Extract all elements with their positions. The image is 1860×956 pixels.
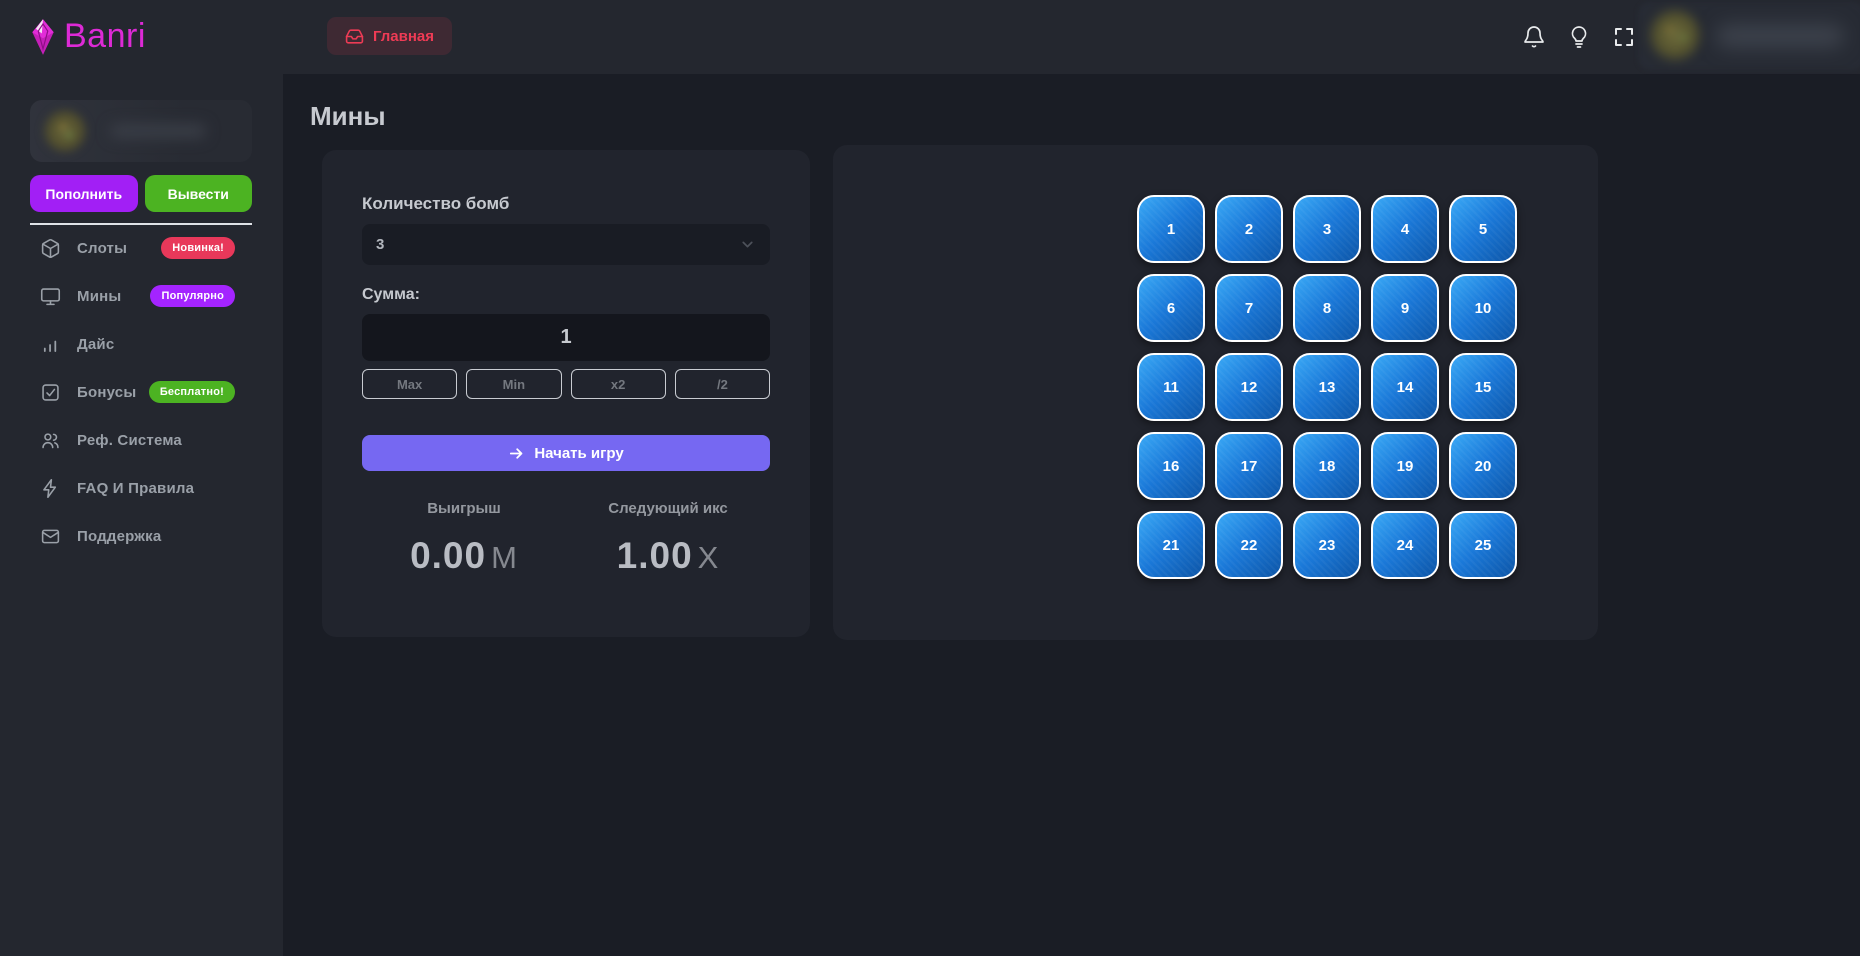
stat-suffix: M (491, 540, 518, 575)
mine-tile[interactable]: 3 (1293, 195, 1361, 263)
stat-value: 1.00X (566, 535, 770, 577)
stat-value: 0.00M (362, 535, 566, 577)
bombs-count-value: 3 (376, 236, 384, 253)
mine-tile[interactable]: 19 (1371, 432, 1439, 500)
sidebar: Пополнить Вывести Слоты Новинка! Мины По… (0, 74, 283, 956)
mine-tile[interactable]: 16 (1137, 432, 1205, 500)
sidebar-menu-item[interactable]: FAQ И Правила (0, 464, 283, 512)
home-button-label: Главная (373, 28, 434, 45)
avatar (42, 108, 88, 154)
sidebar-menu-item[interactable]: Реф. Система (0, 416, 283, 464)
checkbox-icon (40, 382, 61, 403)
gem-icon (28, 18, 58, 56)
header: Banri Главная (0, 0, 1860, 74)
sidebar-item-label: FAQ И Правила (77, 480, 194, 497)
wallet-buttons: Пополнить Вывести (30, 175, 252, 212)
stat-block: Следующий икс 1.00X (566, 500, 770, 577)
mine-tile[interactable]: 14 (1371, 353, 1439, 421)
sidebar-item-label: Реф. Система (77, 432, 182, 449)
bulb-icon[interactable] (1567, 25, 1591, 49)
bell-icon[interactable] (1522, 25, 1546, 49)
sidebar-user-card[interactable] (30, 100, 252, 162)
amount-input[interactable] (362, 314, 770, 361)
deposit-button[interactable]: Пополнить (30, 175, 138, 212)
mine-tile[interactable]: 7 (1215, 274, 1283, 342)
sidebar-menu-item[interactable]: Поддержка (0, 512, 283, 560)
sidebar-item-badge: Бесплатно! (149, 381, 235, 403)
mail-icon (40, 526, 61, 547)
sidebar-item-badge: Новинка! (161, 237, 235, 259)
sidebar-item-label: Бонусы (77, 384, 136, 401)
game-controls-panel: Количество бомб 3 Сумма: Max Min x2/2 Нача… (322, 150, 810, 637)
sidebar-item-label: Поддержка (77, 528, 161, 545)
inbox-icon (345, 27, 364, 46)
arrow-right-icon (508, 445, 525, 462)
mine-tile[interactable]: 10 (1449, 274, 1517, 342)
quick-amount-buttons: Max Min x2/2 (362, 369, 770, 399)
mine-tile[interactable]: 21 (1137, 511, 1205, 579)
quick-amount-button[interactable]: Min (466, 369, 561, 399)
monitor-icon (40, 286, 61, 307)
sidebar-menu: Слоты Новинка! Мины Популярно Дайс Бонус… (0, 224, 283, 560)
stat-label: Выигрыш (362, 500, 566, 517)
mine-tile[interactable]: 17 (1215, 432, 1283, 500)
start-game-label: Начать игру (534, 445, 623, 462)
brand-name: Banri (64, 17, 146, 56)
mine-tile[interactable]: 25 (1449, 511, 1517, 579)
sidebar-item-label: Мины (77, 288, 121, 305)
stat-block: Выигрыш 0.00M (362, 500, 566, 577)
mine-tile[interactable]: 9 (1371, 274, 1439, 342)
brand-logo[interactable]: Banri (28, 17, 146, 56)
user-chip[interactable] (1638, 2, 1860, 70)
mine-tile[interactable]: 4 (1371, 195, 1439, 263)
chevron-down-icon (739, 236, 756, 253)
username-blur (110, 124, 206, 138)
sidebar-menu-item[interactable]: Слоты Новинка! (0, 224, 283, 272)
withdraw-button[interactable]: Вывести (145, 175, 253, 212)
mine-tile[interactable]: 12 (1215, 353, 1283, 421)
mine-tile[interactable]: 11 (1137, 353, 1205, 421)
stat-label: Следующий икс (566, 500, 770, 517)
mine-tile[interactable]: 18 (1293, 432, 1361, 500)
bombs-count-select[interactable]: 3 (362, 224, 770, 265)
users-icon (40, 430, 61, 451)
page-title: Мины (310, 101, 386, 132)
mine-tile[interactable]: 20 (1449, 432, 1517, 500)
mine-tile[interactable]: 6 (1137, 274, 1205, 342)
avatar (1646, 6, 1704, 64)
bars-icon (40, 334, 61, 355)
start-game-button[interactable]: Начать игру (362, 435, 770, 471)
mines-board-panel: 1234567891011121314151617181920212223242… (833, 145, 1598, 640)
bombs-count-label: Количество бомб (362, 194, 509, 214)
stat-suffix: X (698, 540, 720, 575)
home-button[interactable]: Главная (327, 17, 452, 55)
mine-tile[interactable]: 13 (1293, 353, 1361, 421)
mine-tile[interactable]: 15 (1449, 353, 1517, 421)
game-stats: Выигрыш 0.00M Следующий икс 1.00X (362, 500, 770, 577)
mine-tile[interactable]: 8 (1293, 274, 1361, 342)
quick-amount-button[interactable]: /2 (675, 369, 770, 399)
quick-amount-button[interactable]: x2 (571, 369, 666, 399)
bolt-icon (40, 478, 61, 499)
mine-tile[interactable]: 1 (1137, 195, 1205, 263)
sidebar-menu-item[interactable]: Мины Популярно (0, 272, 283, 320)
cube-icon (40, 238, 61, 259)
mine-tile[interactable]: 23 (1293, 511, 1361, 579)
sidebar-menu-item[interactable]: Дайс (0, 320, 283, 368)
mines-grid: 1234567891011121314151617181920212223242… (1137, 195, 1517, 579)
username-blur (1716, 24, 1844, 48)
mine-tile[interactable]: 5 (1449, 195, 1517, 263)
mine-tile[interactable]: 24 (1371, 511, 1439, 579)
sidebar-item-label: Дайс (77, 336, 114, 353)
mine-tile[interactable]: 22 (1215, 511, 1283, 579)
mine-tile[interactable]: 2 (1215, 195, 1283, 263)
fullscreen-icon[interactable] (1612, 25, 1636, 49)
sidebar-item-badge: Популярно (150, 285, 235, 307)
amount-label: Сумма: (362, 286, 420, 304)
sidebar-menu-item[interactable]: Бонусы Бесплатно! (0, 368, 283, 416)
sidebar-item-label: Слоты (77, 240, 127, 257)
quick-amount-button[interactable]: Max (362, 369, 457, 399)
